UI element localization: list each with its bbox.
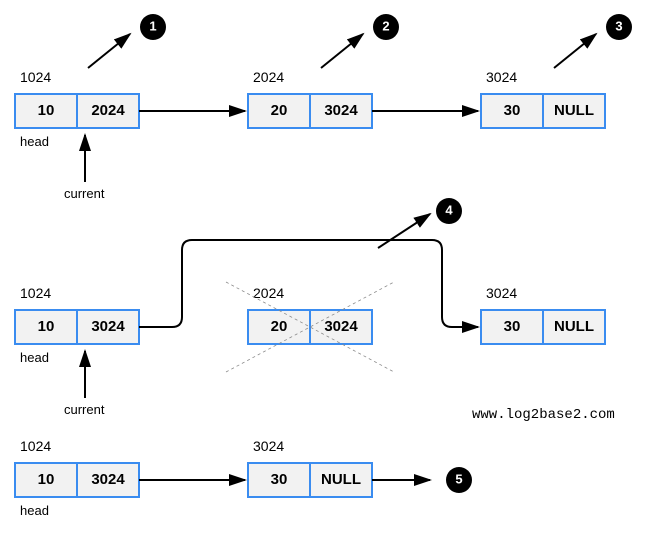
data: 20 (271, 318, 288, 335)
row3-node-1: 1024 10 3024 head (15, 438, 139, 518)
data: 30 (504, 318, 521, 335)
data: 30 (271, 471, 288, 488)
next: NULL (554, 318, 594, 335)
address: 3024 (253, 438, 284, 454)
step-badge-1-text: 1 (149, 18, 156, 33)
row1-node-2: 2024 20 3024 (248, 69, 372, 128)
next: NULL (321, 471, 361, 488)
row1-node-3: 3024 30 NULL (481, 69, 605, 128)
data: 10 (38, 471, 55, 488)
data: 10 (38, 318, 55, 335)
address: 1024 (20, 69, 51, 85)
badge-arrow-2 (321, 34, 363, 68)
step-badge-3-text: 3 (615, 18, 622, 33)
step-badge-4-text: 4 (445, 202, 453, 217)
head-label: head (20, 503, 49, 518)
address: 2024 (253, 285, 284, 301)
badge-arrow-1 (88, 34, 130, 68)
row2-node-3: 3024 30 NULL (481, 285, 605, 344)
badge-arrow-4 (378, 214, 430, 248)
watermark: www.log2base2.com (472, 407, 615, 423)
row2-node-1: 1024 10 3024 head (15, 285, 139, 365)
next: 3024 (324, 102, 358, 119)
address: 3024 (486, 69, 517, 85)
address: 2024 (253, 69, 284, 85)
current-label-r2: current (64, 402, 105, 417)
address: 3024 (486, 285, 517, 301)
next: 3024 (324, 318, 358, 335)
address: 1024 (20, 285, 51, 301)
data: 30 (504, 102, 521, 119)
row1-node-1: 1024 10 2024 head (15, 69, 139, 149)
badge-arrow-3 (554, 34, 596, 68)
row2-node-2: 2024 20 3024 (226, 282, 394, 372)
data: 20 (271, 102, 288, 119)
data: 10 (38, 102, 55, 119)
address: 1024 (20, 438, 51, 454)
next: 3024 (91, 318, 125, 335)
next: NULL (554, 102, 594, 119)
next: 3024 (91, 471, 125, 488)
row3-node-2: 3024 30 NULL (248, 438, 372, 497)
current-label-r1: current (64, 186, 105, 201)
step-badge-2-text: 2 (382, 18, 389, 33)
head-label: head (20, 134, 49, 149)
next: 2024 (91, 102, 125, 119)
step-badge-5-text: 5 (455, 471, 462, 486)
head-label: head (20, 350, 49, 365)
linked-list-delete-diagram: 1024 10 2024 head 2024 20 3024 3024 30 N… (0, 0, 667, 537)
